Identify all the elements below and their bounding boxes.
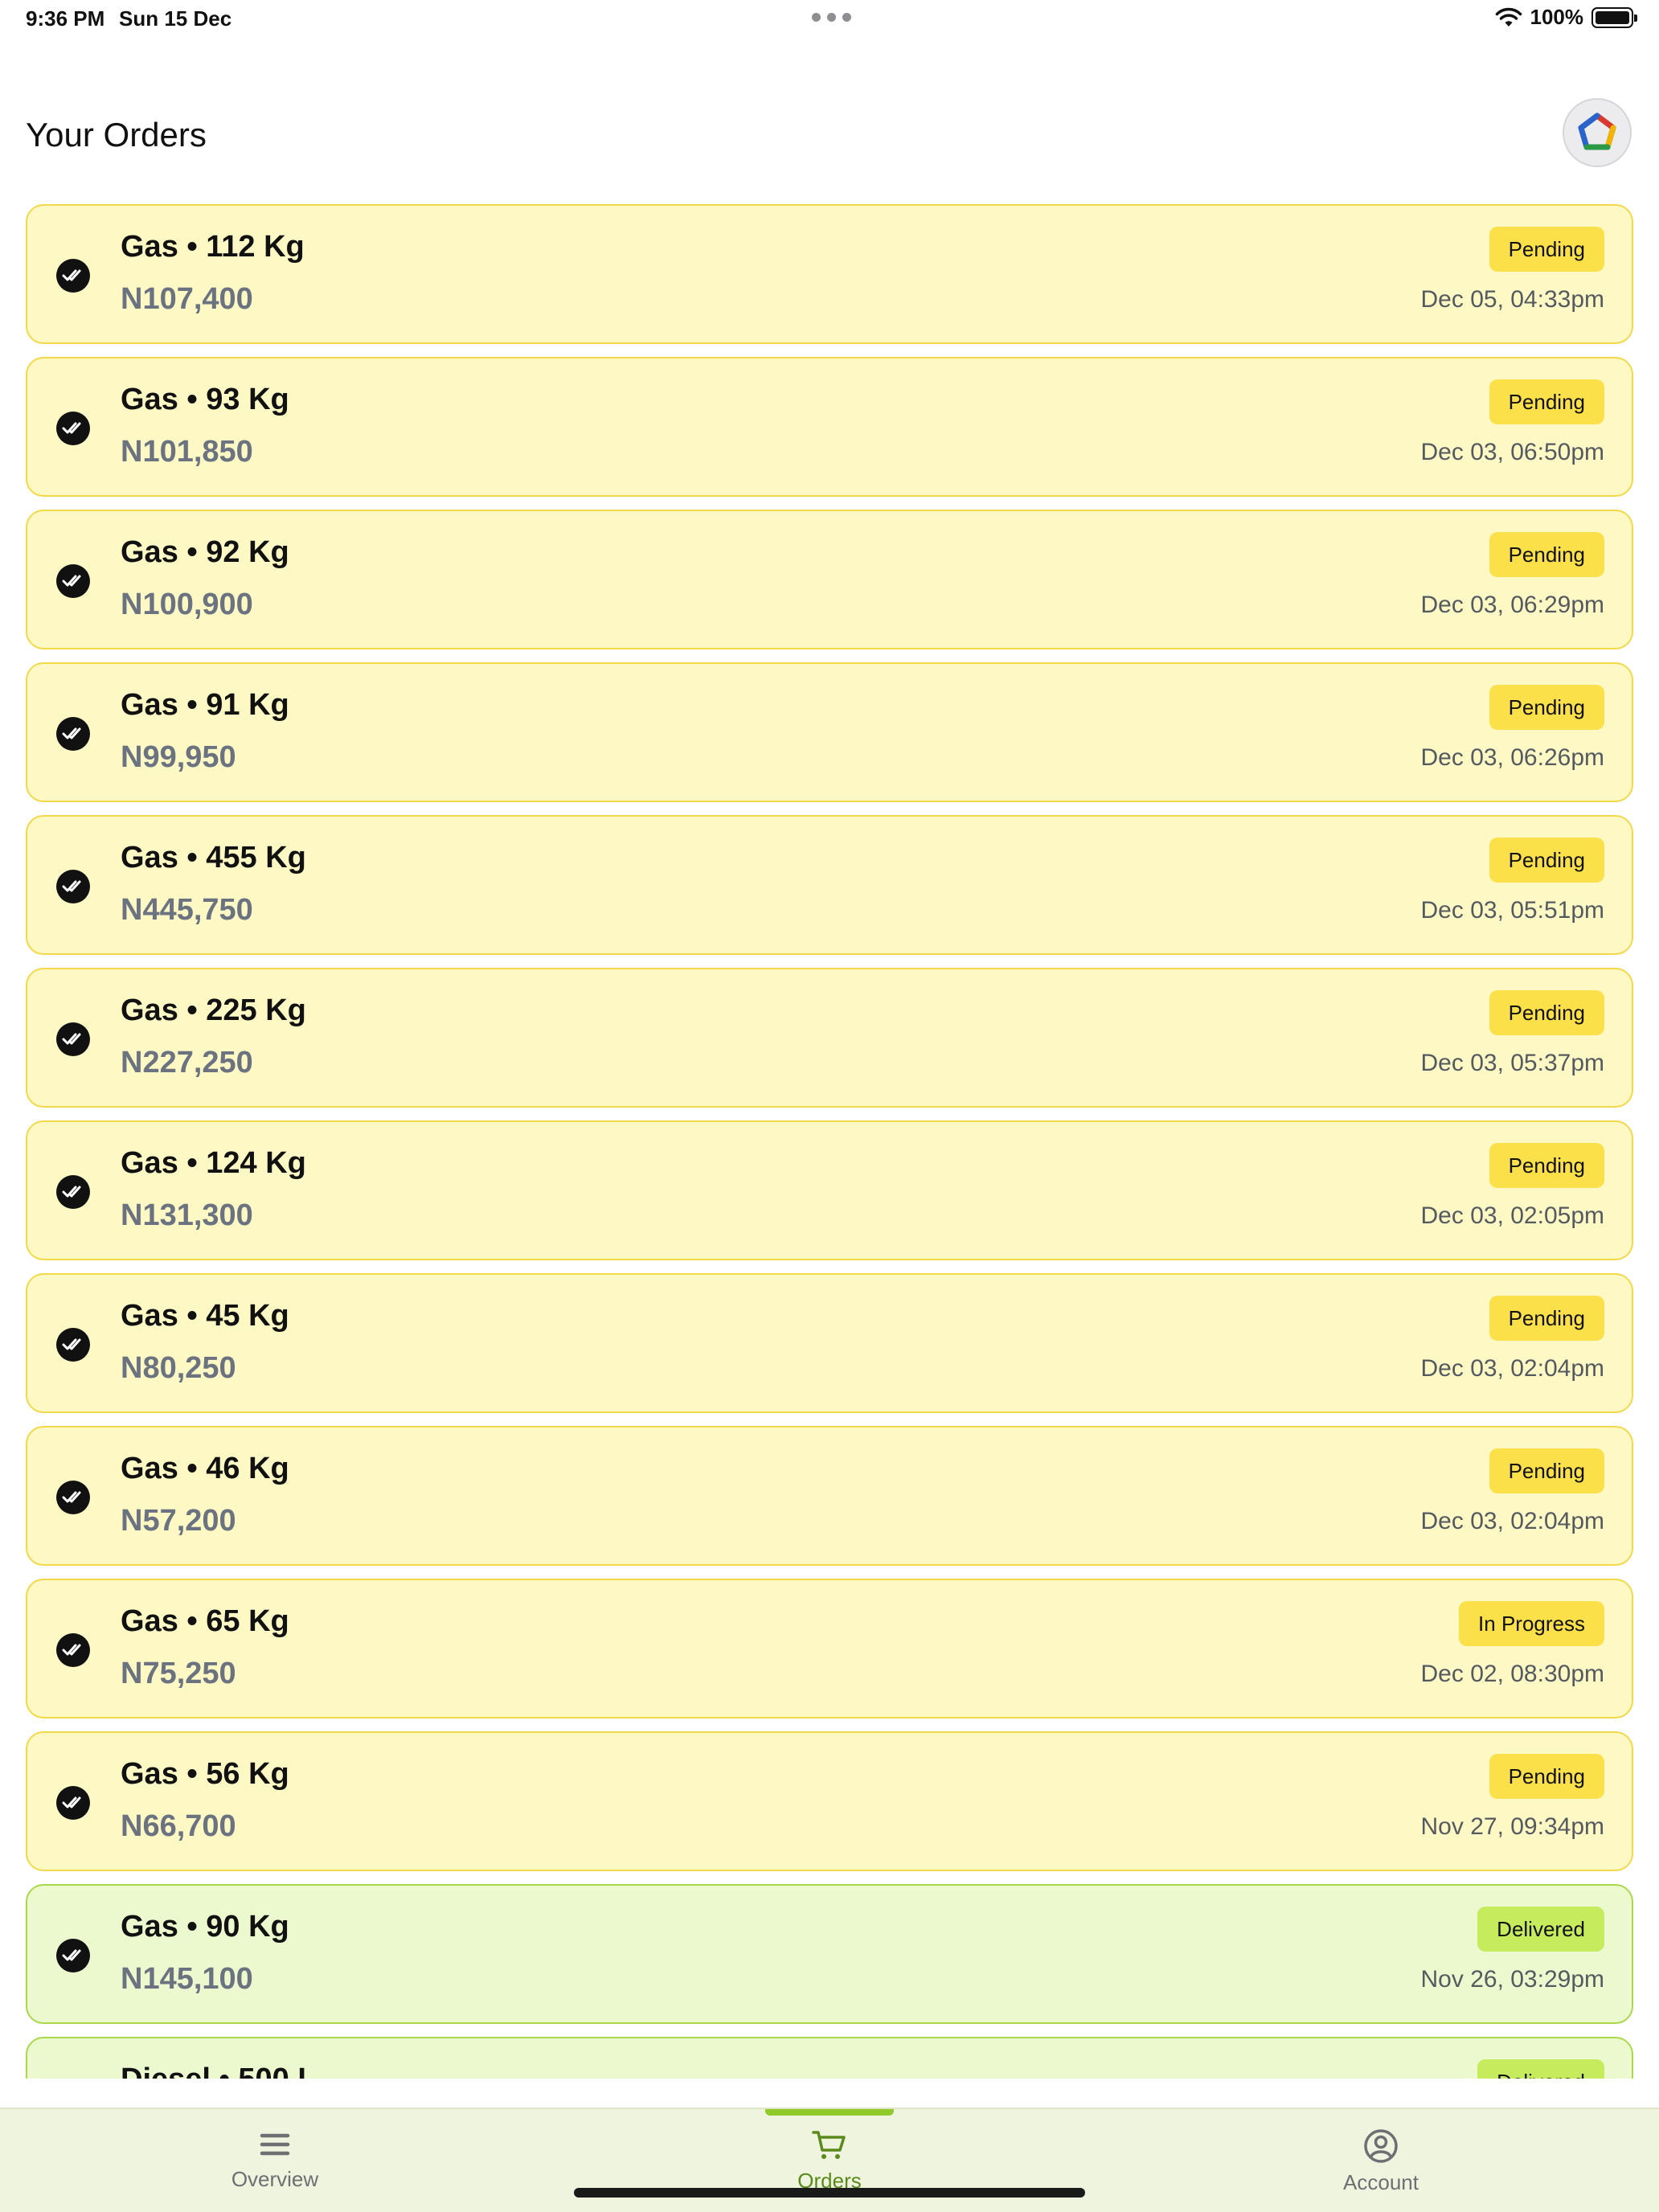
double-check-icon xyxy=(56,1481,90,1514)
active-tab-indicator xyxy=(765,2109,894,2116)
status-badge: Pending xyxy=(1489,1448,1604,1493)
double-check-icon xyxy=(56,412,90,445)
order-title: Gas • 225 Kg xyxy=(121,993,306,1027)
order-card[interactable]: Gas • 93 Kg N101,850 Pending Dec 03, 06:… xyxy=(26,357,1633,497)
battery-icon xyxy=(1591,6,1637,28)
tab-label-account: Account xyxy=(1343,2170,1419,2194)
double-check-icon xyxy=(56,1786,90,1820)
order-date: Dec 03, 06:26pm xyxy=(1420,744,1604,771)
order-price: N131,300 xyxy=(121,1198,253,1232)
order-date: Dec 05, 04:33pm xyxy=(1420,286,1604,313)
order-card[interactable]: Gas • 65 Kg N75,250 In Progress Dec 02, … xyxy=(26,1579,1633,1718)
order-card[interactable]: Gas • 46 Kg N57,200 Pending Dec 03, 02:0… xyxy=(26,1426,1633,1566)
tab-account[interactable]: Account xyxy=(1260,2128,1501,2195)
status-badge: In Progress xyxy=(1459,1601,1604,1646)
orders-list[interactable]: Gas • 112 Kg N107,400 Pending Dec 05, 04… xyxy=(26,204,1633,2079)
order-card[interactable]: Gas • 124 Kg N131,300 Pending Dec 03, 02… xyxy=(26,1120,1633,1260)
order-price: N100,900 xyxy=(121,588,253,621)
order-title: Gas • 124 Kg xyxy=(121,1146,306,1180)
double-check-icon xyxy=(56,1328,90,1362)
order-date: Dec 03, 05:37pm xyxy=(1420,1050,1604,1076)
page-title: Your Orders xyxy=(26,116,207,154)
order-title: Gas • 92 Kg xyxy=(121,535,289,569)
order-card[interactable]: Gas • 90 Kg N145,100 Delivered Nov 26, 0… xyxy=(26,1884,1633,2024)
status-badge: Pending xyxy=(1489,685,1604,730)
order-date: Nov 27, 09:34pm xyxy=(1420,1813,1604,1840)
order-date: Dec 03, 02:04pm xyxy=(1420,1355,1604,1382)
status-right: 100% xyxy=(1495,5,1637,30)
tab-overview[interactable]: Overview xyxy=(154,2128,395,2192)
status-badge: Pending xyxy=(1489,1143,1604,1188)
order-title: Gas • 91 Kg xyxy=(121,688,289,722)
cart-icon xyxy=(812,2131,846,2159)
order-card[interactable]: Gas • 92 Kg N100,900 Pending Dec 03, 06:… xyxy=(26,510,1633,649)
status-badge: Pending xyxy=(1489,1296,1604,1341)
order-title: Gas • 90 Kg xyxy=(121,1910,289,1944)
order-price: N57,200 xyxy=(121,1504,236,1538)
order-date: Nov 26, 03:29pm xyxy=(1420,1966,1604,1993)
double-check-icon xyxy=(56,870,90,903)
double-check-icon xyxy=(56,717,90,751)
status-badge: Pending xyxy=(1489,379,1604,424)
status-bar: 9:36 PM Sun 15 Dec 100% xyxy=(0,0,1659,39)
order-title: Gas • 46 Kg xyxy=(121,1452,289,1485)
status-date: Sun 15 Dec xyxy=(119,6,232,31)
status-time: 9:36 PM xyxy=(26,6,105,31)
pentagon-logo-icon[interactable] xyxy=(1563,98,1632,167)
status-badge: Delivered xyxy=(1477,1907,1604,1952)
menu-icon xyxy=(260,2133,290,2156)
status-badge: Delivered xyxy=(1477,2059,1604,2079)
order-card[interactable]: Gas • 91 Kg N99,950 Pending Dec 03, 06:2… xyxy=(26,662,1633,802)
order-date: Dec 03, 05:51pm xyxy=(1420,897,1604,924)
order-price: N75,250 xyxy=(121,1657,236,1690)
order-card[interactable]: Diesel • 500 L Delivered xyxy=(26,2037,1633,2079)
order-price: N445,750 xyxy=(121,893,253,927)
double-check-icon xyxy=(56,564,90,598)
double-check-icon xyxy=(56,1022,90,1056)
status-badge: Pending xyxy=(1489,227,1604,272)
order-price: N99,950 xyxy=(121,740,236,774)
order-card[interactable]: Gas • 225 Kg N227,250 Pending Dec 03, 05… xyxy=(26,968,1633,1108)
order-title: Diesel • 500 L xyxy=(121,2062,317,2079)
status-badge: Pending xyxy=(1489,990,1604,1035)
user-circle-icon xyxy=(1364,2129,1398,2163)
tab-orders[interactable]: Orders xyxy=(709,2128,950,2194)
order-price: N101,850 xyxy=(121,435,253,469)
battery-percent: 100% xyxy=(1530,5,1584,29)
order-title: Gas • 455 Kg xyxy=(121,841,306,875)
order-title: Gas • 93 Kg xyxy=(121,383,289,416)
status-badge: Pending xyxy=(1489,838,1604,883)
order-title: Gas • 65 Kg xyxy=(121,1604,289,1638)
order-card[interactable]: Gas • 112 Kg N107,400 Pending Dec 05, 04… xyxy=(26,204,1633,344)
order-price: N145,100 xyxy=(121,1962,253,1996)
order-date: Dec 03, 06:29pm xyxy=(1420,592,1604,618)
status-badge: Pending xyxy=(1489,532,1604,577)
order-title: Gas • 45 Kg xyxy=(121,1299,289,1333)
order-price: N66,700 xyxy=(121,1809,236,1843)
double-check-icon xyxy=(56,259,90,293)
order-date: Dec 02, 08:30pm xyxy=(1420,1661,1604,1687)
home-indicator[interactable] xyxy=(574,2188,1085,2198)
order-date: Dec 03, 06:50pm xyxy=(1420,439,1604,465)
order-card[interactable]: Gas • 56 Kg N66,700 Pending Nov 27, 09:3… xyxy=(26,1731,1633,1871)
double-check-icon xyxy=(56,1939,90,1972)
status-badge: Pending xyxy=(1489,1754,1604,1799)
order-price: N107,400 xyxy=(121,282,253,316)
double-check-icon xyxy=(56,1633,90,1667)
order-price: N227,250 xyxy=(121,1046,253,1079)
order-date: Dec 03, 02:04pm xyxy=(1420,1508,1604,1534)
tab-label-overview: Overview xyxy=(231,2167,319,2191)
order-card[interactable]: Gas • 45 Kg N80,250 Pending Dec 03, 02:0… xyxy=(26,1273,1633,1413)
order-card[interactable]: Gas • 455 Kg N445,750 Pending Dec 03, 05… xyxy=(26,815,1633,955)
order-date: Dec 03, 02:05pm xyxy=(1420,1202,1604,1229)
order-price: N80,250 xyxy=(121,1351,236,1385)
multitasking-dots-icon[interactable] xyxy=(812,13,851,22)
wifi-icon xyxy=(1495,7,1522,27)
order-title: Gas • 112 Kg xyxy=(121,230,305,264)
order-title: Gas • 56 Kg xyxy=(121,1757,289,1791)
double-check-icon xyxy=(56,1175,90,1209)
